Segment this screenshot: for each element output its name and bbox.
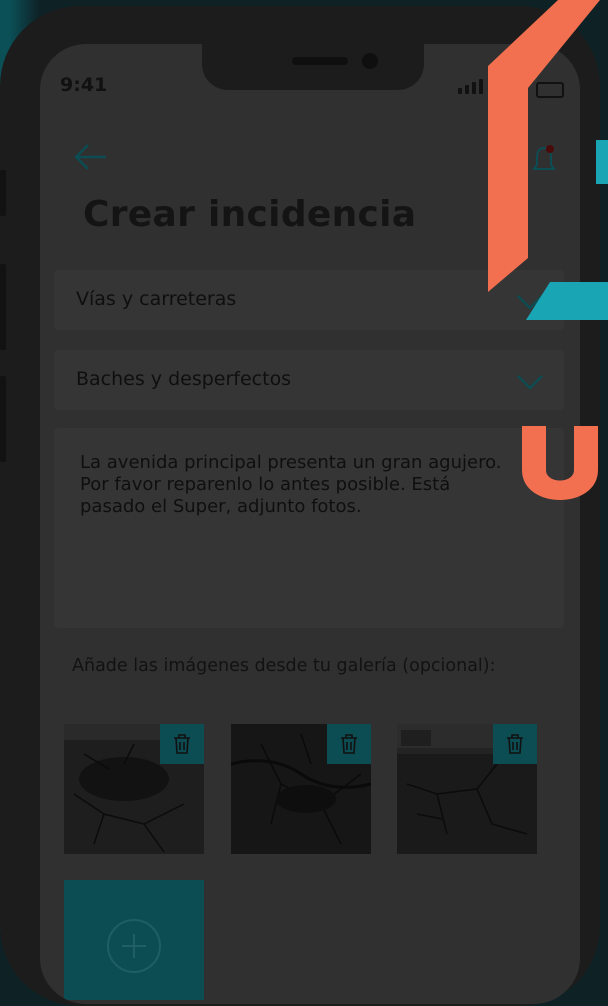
trash-icon	[341, 734, 357, 754]
delete-image-button[interactable]	[493, 724, 537, 764]
trash-icon	[174, 734, 190, 754]
volume-down-button	[0, 376, 6, 462]
image-thumbnail[interactable]	[64, 724, 204, 854]
subcategory-value: Baches y desperfectos	[76, 368, 292, 390]
arrow-left-icon[interactable]	[72, 142, 108, 172]
signal-icon	[458, 78, 492, 94]
mute-switch	[0, 170, 6, 216]
camera	[362, 53, 378, 69]
category-value: Vías y carreteras	[76, 288, 237, 310]
image-thumbnail[interactable]	[231, 724, 371, 854]
trash-icon	[507, 734, 523, 754]
status-time: 9:41	[60, 74, 108, 96]
speaker	[292, 57, 348, 65]
volume-up-button	[0, 264, 6, 350]
add-image-button[interactable]	[64, 880, 204, 1000]
brand-decoration	[488, 0, 608, 500]
plus-circle-icon	[107, 919, 161, 973]
delete-image-button[interactable]	[160, 724, 204, 764]
gallery-label: Añade las imágenes desde tu galería (opc…	[72, 656, 496, 676]
description-text: La avenida principal presenta un gran ag…	[80, 452, 502, 517]
image-thumbnail[interactable]	[397, 724, 537, 854]
page-title: Crear incidencia	[83, 194, 417, 235]
notch	[202, 44, 424, 90]
delete-image-button[interactable]	[327, 724, 371, 764]
